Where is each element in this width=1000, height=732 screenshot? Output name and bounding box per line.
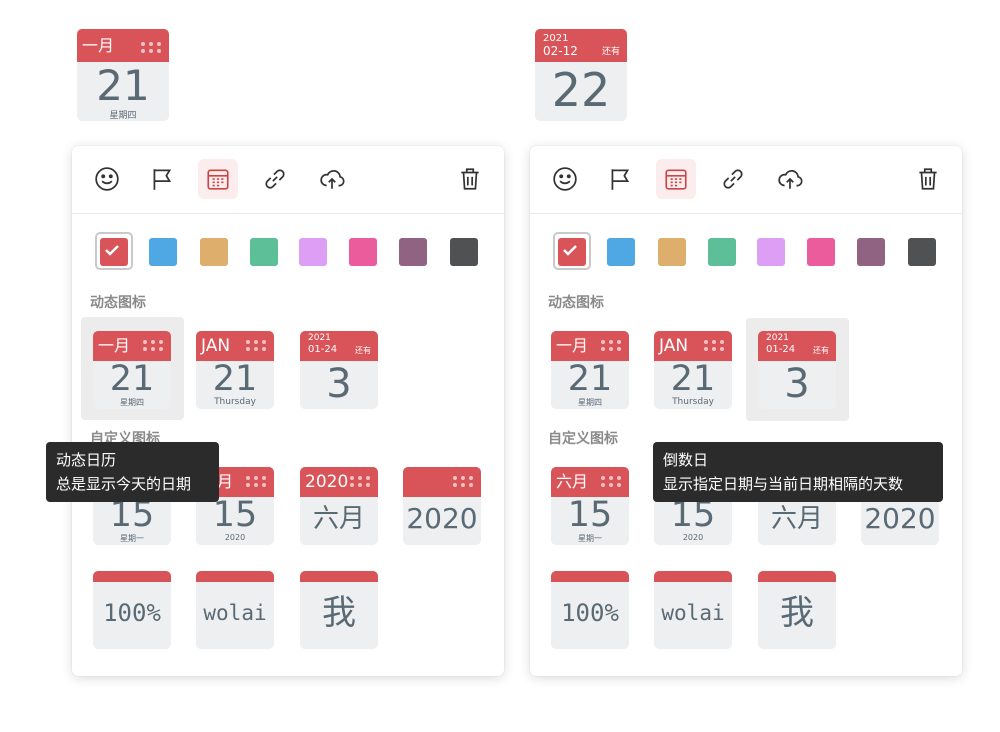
color-swatch-purple[interactable] bbox=[399, 238, 427, 266]
link-icon bbox=[265, 169, 285, 189]
custom-calendar-year-month[interactable]: 2020 六月 bbox=[300, 467, 378, 545]
tooltip-title: 倒数日 bbox=[663, 451, 709, 469]
check-icon bbox=[563, 245, 577, 256]
custom-calendar-cn-weekday[interactable]: 六月 15 星期一 bbox=[551, 467, 629, 545]
upload-tab[interactable] bbox=[770, 159, 810, 199]
color-swatch-red[interactable] bbox=[558, 238, 586, 266]
page-icon-preview[interactable]: 一月 21 星期四 bbox=[77, 29, 169, 121]
icon-picker-panel: 动态图标 一月 21 星期四 JAN 21 Thursday 2021 01-2… bbox=[530, 146, 962, 676]
color-swatch-red[interactable] bbox=[100, 238, 128, 266]
color-swatch-gray[interactable] bbox=[908, 238, 936, 266]
custom-text-wolai[interactable]: wolai bbox=[196, 571, 274, 649]
icon-picker-panel: 动态图标 一月 21 星期四 JAN 21 Thursday 2021 01-2… bbox=[72, 146, 504, 676]
calendar-tab[interactable] bbox=[656, 159, 696, 199]
section-dynamic-title: 动态图标 bbox=[548, 295, 604, 311]
custom-text-wolai[interactable]: wolai bbox=[654, 571, 732, 649]
flag-icon bbox=[153, 169, 172, 190]
upload-cloud-icon bbox=[320, 169, 345, 189]
link-tab[interactable] bbox=[713, 159, 753, 199]
dots-icon bbox=[601, 340, 623, 352]
dots-icon bbox=[246, 340, 268, 352]
dynamic-calendar-en[interactable]: JAN 21 Thursday bbox=[196, 331, 274, 409]
custom-text-char[interactable]: 我 bbox=[300, 571, 378, 649]
emoji-tab[interactable] bbox=[87, 159, 127, 199]
link-tab[interactable] bbox=[255, 159, 295, 199]
upload-tab[interactable] bbox=[312, 159, 352, 199]
color-swatch-orange[interactable] bbox=[200, 238, 228, 266]
smiley-icon bbox=[553, 167, 577, 191]
delete-button[interactable] bbox=[908, 159, 948, 199]
color-swatch-blue[interactable] bbox=[149, 238, 177, 266]
link-icon bbox=[723, 169, 743, 189]
icon-toolbar bbox=[72, 146, 504, 214]
flag-tab[interactable] bbox=[600, 159, 640, 199]
color-swatch-pink[interactable] bbox=[349, 238, 377, 266]
tooltip-description: 显示指定日期与当前日期相隔的天数 bbox=[663, 475, 904, 493]
trash-icon bbox=[919, 168, 937, 190]
right-screenshot: 2021 02-12 还有 22 动态图标 一月 21 星期四 JAN 21 T… bbox=[458, 0, 1000, 732]
color-swatch-pink[interactable] bbox=[807, 238, 835, 266]
calendar-tab[interactable] bbox=[198, 159, 238, 199]
dynamic-calendar-cn[interactable]: 一月 21 星期四 bbox=[551, 331, 629, 409]
calendar-icon bbox=[665, 169, 687, 190]
dots-icon bbox=[143, 340, 165, 352]
custom-text-percent[interactable]: 100% bbox=[93, 571, 171, 649]
countdown-calendar[interactable]: 2021 01-24 还有 3 bbox=[300, 331, 378, 409]
smiley-icon bbox=[95, 167, 119, 191]
calendar-icon bbox=[207, 169, 229, 190]
color-swatch-lilac[interactable] bbox=[757, 238, 785, 266]
color-swatch-purple[interactable] bbox=[857, 238, 885, 266]
flag-icon bbox=[611, 169, 630, 190]
flag-tab[interactable] bbox=[142, 159, 182, 199]
dots-icon bbox=[601, 476, 623, 488]
color-swatch-blue[interactable] bbox=[607, 238, 635, 266]
color-swatch-lilac[interactable] bbox=[299, 238, 327, 266]
section-custom-title: 自定义图标 bbox=[548, 431, 618, 447]
upload-cloud-icon bbox=[778, 169, 803, 189]
tooltip-description: 总是显示今天的日期 bbox=[56, 475, 192, 493]
dots-icon bbox=[704, 340, 726, 352]
custom-text-percent[interactable]: 100% bbox=[551, 571, 629, 649]
custom-text-char[interactable]: 我 bbox=[758, 571, 836, 649]
page-icon-preview[interactable]: 2021 02-12 还有 22 bbox=[535, 29, 627, 121]
left-screenshot: 一月 21 星期四 动态图标 一月 21 星期四 JAN 21 Thursday… bbox=[0, 0, 504, 732]
tooltip: 动态日历 总是显示今天的日期 bbox=[46, 442, 219, 502]
check-icon bbox=[105, 245, 119, 256]
color-swatch-orange[interactable] bbox=[658, 238, 686, 266]
icon-toolbar bbox=[530, 146, 962, 214]
tooltip-title: 动态日历 bbox=[56, 451, 117, 469]
dots-icon bbox=[246, 476, 268, 488]
dots-icon bbox=[141, 42, 163, 54]
section-dynamic-title: 动态图标 bbox=[90, 295, 146, 311]
dots-icon bbox=[350, 476, 372, 488]
color-swatch-green[interactable] bbox=[250, 238, 278, 266]
countdown-calendar[interactable]: 2021 01-24 还有 3 bbox=[758, 331, 836, 409]
dynamic-calendar-en[interactable]: JAN 21 Thursday bbox=[654, 331, 732, 409]
emoji-tab[interactable] bbox=[545, 159, 585, 199]
dynamic-calendar-cn[interactable]: 一月 21 星期四 bbox=[93, 331, 171, 409]
tooltip: 倒数日 显示指定日期与当前日期相隔的天数 bbox=[653, 442, 943, 502]
color-swatch-green[interactable] bbox=[708, 238, 736, 266]
